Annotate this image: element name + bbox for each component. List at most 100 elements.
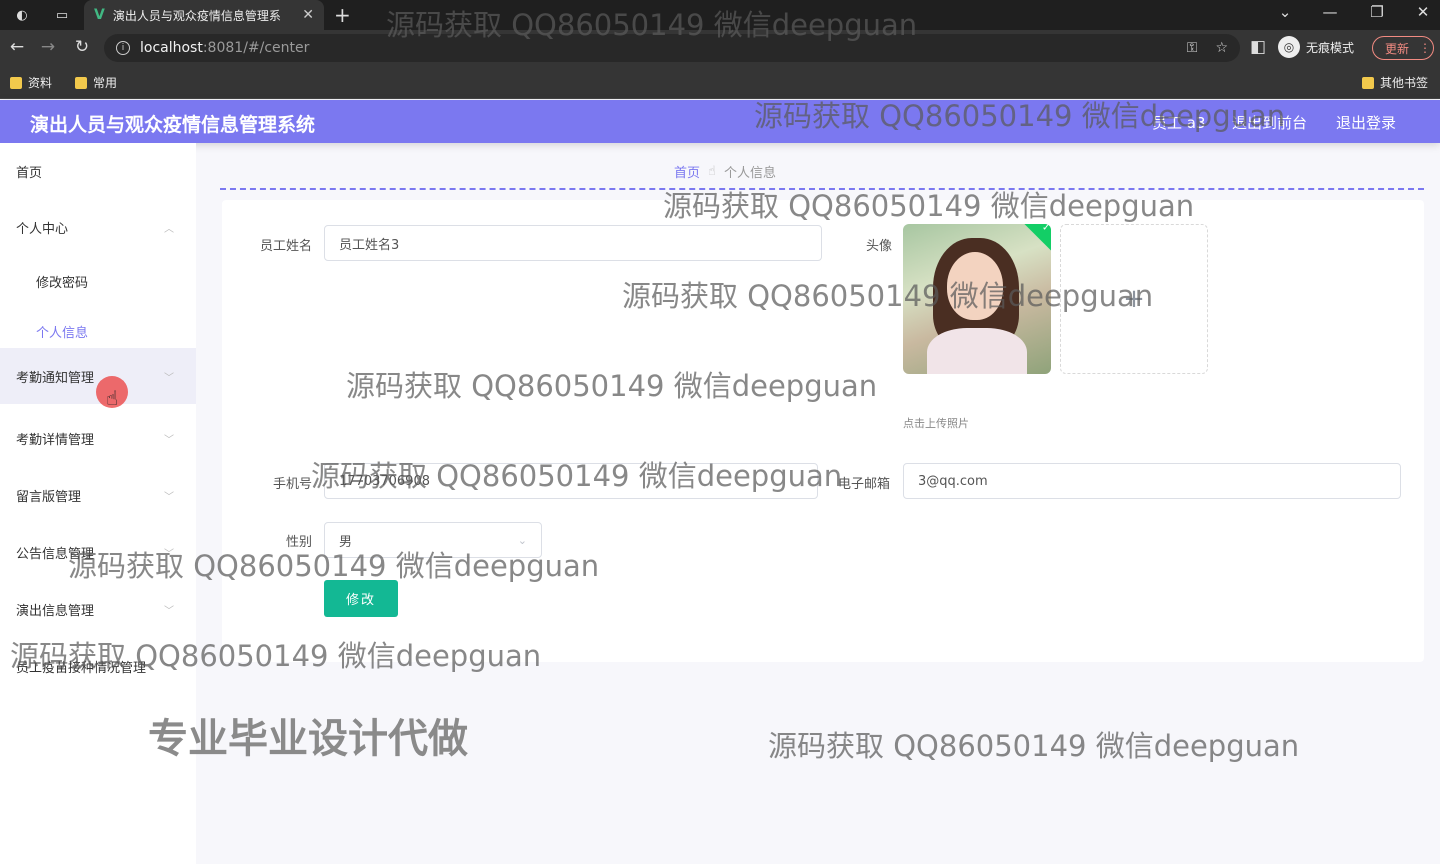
other-bookmarks-label: 其他书签 [1380, 76, 1429, 90]
incognito-icon: ◎ [1278, 36, 1300, 58]
upload-tip: 点击上传照片 [903, 417, 969, 430]
vue-logo-icon: V [94, 7, 105, 23]
upload-success-badge: ✓ [1023, 224, 1051, 251]
sidebar: 首页 个人中心 ︿ 修改密码 个人信息 考勤通知管理 ﹀ 考勤详情管理 ﹀ 留言… [0, 143, 196, 864]
avatar-dress [927, 328, 1027, 374]
site-info-icon[interactable]: i [116, 41, 130, 55]
back-icon[interactable]: ← [5, 37, 29, 57]
browser-tab[interactable]: V 演出人员与观众疫情信息管理系 ✕ [84, 0, 324, 30]
sidebar-item-change-password[interactable]: 修改密码 [0, 253, 196, 309]
sidebar-item-label: 个人中心 [16, 221, 69, 237]
avatar-image[interactable]: ✓ [903, 224, 1051, 374]
phone-value: 17703706908 [339, 473, 430, 489]
minimize-icon[interactable]: — [1310, 3, 1350, 21]
other-bookmarks[interactable]: 其他书签 [1362, 74, 1428, 91]
tab-title: 演出人员与观众疫情信息管理系 [112, 8, 281, 23]
sidebar-item-home[interactable]: 首页 [0, 143, 196, 199]
watermark: 源码获取 QQ86050149 微信deepguan [768, 729, 1300, 763]
more-menu-icon[interactable]: ⋮ [1419, 41, 1431, 55]
sidebar-item-label: 修改密码 [36, 275, 89, 291]
sidebar-item-label: 演出信息管理 [16, 603, 95, 619]
app-title: 演出人员与观众疫情信息管理系统 [30, 114, 316, 136]
sidebar-item-label: 首页 [16, 165, 43, 181]
folder-icon [75, 76, 87, 89]
sidebar-item-label: 留言版管理 [16, 489, 82, 505]
folder-icon [10, 76, 22, 89]
folder-icon [1362, 76, 1374, 89]
bookmark-folder-1[interactable]: 资料 [10, 74, 52, 91]
sidebar-item-vaccination[interactable]: 员工疫苗接种情况管理 ﹀ [0, 638, 196, 694]
bookmark-label: 常用 [93, 76, 118, 90]
bookmark-label: 资料 [28, 76, 53, 90]
name-input[interactable]: 员工姓名3 [324, 225, 822, 261]
sidebar-item-attendance-detail[interactable]: 考勤详情管理 ﹀ [0, 410, 196, 466]
tab-close-icon[interactable]: ✕ [302, 7, 314, 23]
breadcrumb-current: 个人信息 [723, 166, 776, 181]
sidebar-item-label: 员工疫苗接种情况管理 [16, 660, 147, 676]
phone-input[interactable]: 17703706908 [324, 463, 818, 499]
chevron-down-icon: ﹀ [164, 662, 174, 674]
watermark-big: 专业毕业设计代做 [148, 716, 468, 762]
name-value: 员工姓名3 [339, 237, 400, 253]
sidebar-item-personal-center[interactable]: 个人中心 ︿ [0, 199, 196, 255]
sidebar-item-label: 个人信息 [36, 325, 89, 341]
divider [220, 188, 1424, 190]
gender-label: 性别 [285, 535, 312, 550]
sidebar-item-label: 考勤详情管理 [16, 432, 95, 448]
breadcrumb: 首页 ☝ 个人信息 [674, 162, 776, 181]
chevron-up-icon: ︿ [164, 223, 174, 235]
logout-link[interactable]: 退出登录 [1336, 112, 1396, 133]
phone-label: 手机号 [272, 477, 312, 492]
current-user: 员工 a3 [1152, 114, 1206, 132]
bookmarks-bar: 资料 常用 其他书签 [0, 66, 1440, 99]
browser-tab-bar: ◐ ▭ V 演出人员与观众疫情信息管理系 ✕ + ⌄ — ❐ ✕ [0, 0, 1440, 30]
close-window-icon[interactable]: ✕ [1403, 3, 1440, 21]
email-input[interactable]: 3@qq.com [903, 463, 1401, 499]
update-label: 更新 [1385, 41, 1410, 56]
email-value: 3@qq.com [918, 473, 988, 489]
restore-icon[interactable]: ❐ [1357, 3, 1397, 21]
gender-value: 男 [339, 534, 353, 550]
bookmark-folder-2[interactable]: 常用 [75, 74, 117, 91]
sidebar-item-announcement[interactable]: 公告信息管理 ﹀ [0, 524, 196, 580]
chevron-down-icon: ﹀ [164, 548, 174, 560]
update-button[interactable]: 更新 ⋮ [1372, 36, 1434, 60]
chevron-down-icon: ⌄ [517, 533, 527, 547]
hand-cursor-icon: ☝ [106, 386, 119, 410]
submit-label: 修改 [345, 593, 376, 608]
submit-button[interactable]: 修改 [324, 580, 398, 617]
url-host: localhost [140, 40, 203, 56]
avatar-upload-button[interactable]: + [1060, 224, 1208, 374]
tab-search-icon[interactable]: ▭ [50, 3, 74, 27]
sidebar-item-performance[interactable]: 演出信息管理 ﹀ [0, 581, 196, 637]
plus-icon: + [1123, 284, 1145, 314]
profile-icon[interactable]: ◐ [10, 3, 34, 27]
bookmark-star-icon[interactable]: ☆ [1215, 40, 1228, 56]
tab-list-icon[interactable]: ⌄ [1265, 3, 1305, 21]
new-tab-icon[interactable]: + [334, 3, 351, 27]
app-header: 演出人员与观众疫情信息管理系统 员工 a3 退出到前台 退出登录 [0, 100, 1440, 143]
avatar-label: 头像 [865, 239, 892, 254]
sidepanel-icon[interactable]: ◧ [1246, 37, 1270, 57]
incognito-label: 无痕模式 [1306, 40, 1355, 55]
url-input[interactable]: i localhost :8081/#/center ⚿ ☆ [104, 34, 1240, 62]
chevron-down-icon: ﹀ [164, 491, 174, 503]
chevron-down-icon: ﹀ [164, 372, 174, 384]
chevron-down-icon: ﹀ [164, 605, 174, 617]
incognito-indicator[interactable]: ◎ 无痕模式 [1278, 36, 1354, 58]
reload-icon[interactable]: ↻ [70, 37, 94, 57]
forward-icon[interactable]: → [36, 37, 60, 57]
back-to-front-link[interactable]: 退出到前台 [1232, 112, 1307, 133]
avatar-face [947, 252, 1003, 320]
profile-form-card [222, 200, 1424, 662]
breadcrumb-separator-icon: ☝ [708, 164, 716, 179]
email-label: 电子邮箱 [837, 477, 890, 492]
key-icon[interactable]: ⚿ [1187, 40, 1198, 56]
breadcrumb-home[interactable]: 首页 [674, 162, 700, 181]
address-bar-row: ← → ↻ i localhost :8081/#/center ⚿ ☆ ◧ ◎… [0, 30, 1440, 66]
sidebar-item-message-board[interactable]: 留言版管理 ﹀ [0, 467, 196, 523]
url-path: :8081/#/center [202, 40, 310, 56]
chevron-down-icon: ﹀ [164, 434, 174, 446]
sidebar-item-label: 考勤通知管理 [16, 370, 95, 386]
gender-select[interactable]: 男 ⌄ [324, 522, 542, 558]
